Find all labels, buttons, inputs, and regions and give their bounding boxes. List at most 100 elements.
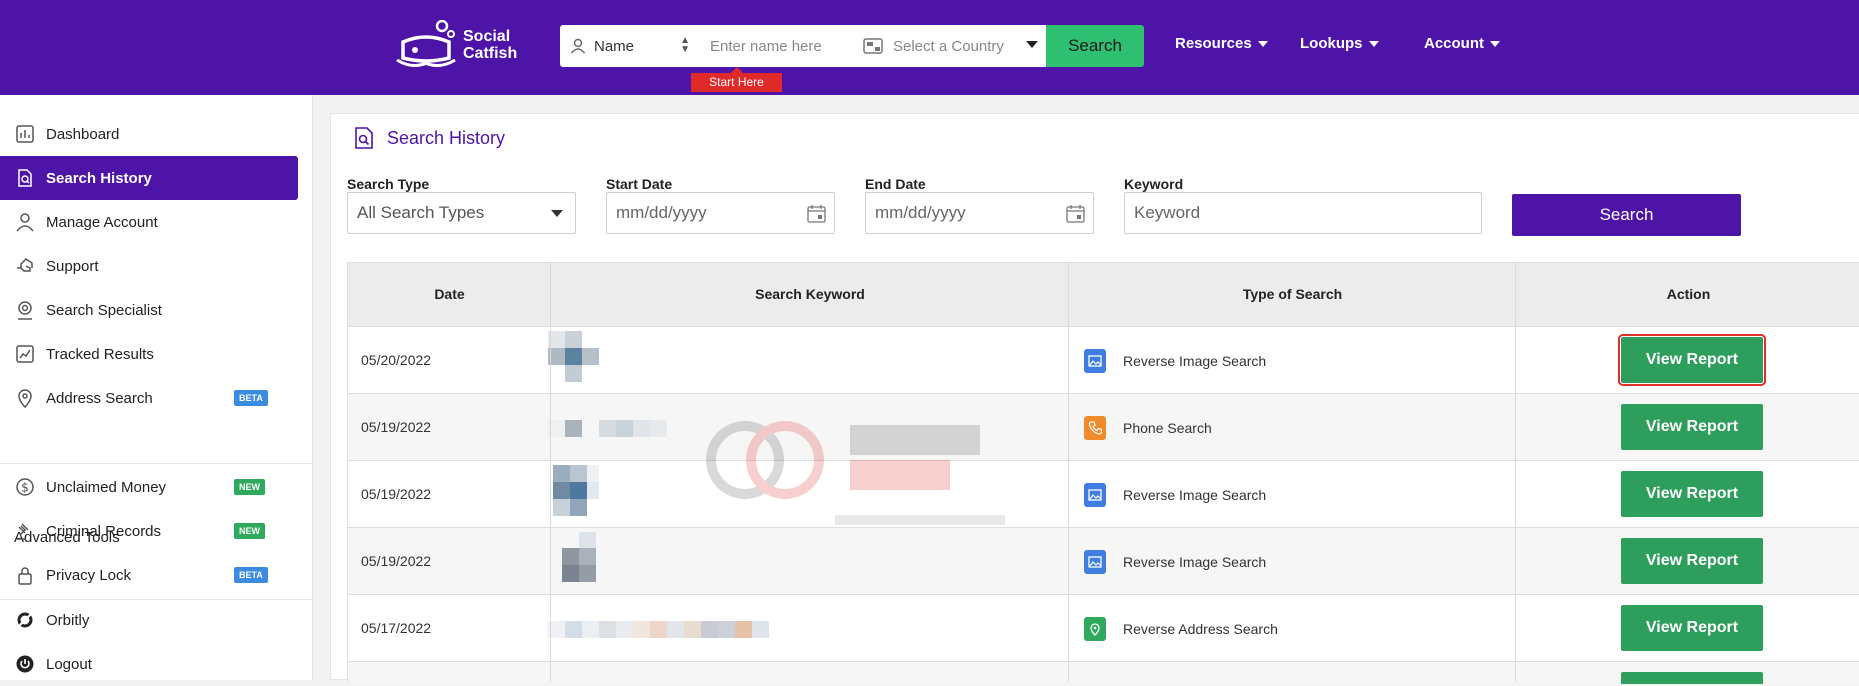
view-report-button[interactable]: View Report xyxy=(1621,538,1763,584)
sidebar-item-tracked-results[interactable]: Tracked Results xyxy=(0,332,298,376)
caret-down-icon xyxy=(1368,40,1379,47)
sidebar-item-unclaimed-money[interactable]: $ Unclaimed Money NEW xyxy=(0,465,298,509)
calendar-icon[interactable] xyxy=(1066,204,1085,223)
top-bar: Social Catfish Name ▲▼ Select a Country … xyxy=(0,0,1859,95)
filter-search-button[interactable]: Search xyxy=(1512,194,1741,236)
search-type-select[interactable]: Name ▲ ▼ xyxy=(560,25,700,67)
logo-text: Social Catfish xyxy=(463,28,517,62)
svg-text:$: $ xyxy=(21,481,29,495)
nav-lookups[interactable]: Lookups xyxy=(1300,35,1379,52)
row-type-label: Reverse Address Search xyxy=(1123,620,1278,637)
nav-resources[interactable]: Resources xyxy=(1175,35,1268,52)
row-type-label: Reverse Image Search xyxy=(1123,352,1267,369)
search-type-label: Search Type xyxy=(347,176,430,192)
new-badge: NEW xyxy=(234,479,265,495)
row-date: 05/19/2022 xyxy=(361,553,432,569)
sidebar-item-search-history[interactable]: Search History xyxy=(0,156,298,200)
chart-icon xyxy=(15,124,35,144)
beta-badge: BETA xyxy=(234,567,268,583)
view-report-button[interactable]: View Report xyxy=(1618,334,1766,386)
view-report-button[interactable] xyxy=(1621,672,1763,684)
column-divider xyxy=(550,262,551,682)
sidebar-item-support[interactable]: Support xyxy=(0,244,298,288)
row-search-type: Reverse Image Search xyxy=(1084,327,1266,394)
keyword-input[interactable] xyxy=(1134,203,1481,223)
sidebar-item-manage-account[interactable]: Manage Account xyxy=(0,200,298,244)
sidebar-item-criminal-records[interactable]: Criminal Records NEW xyxy=(0,509,298,553)
page-title: Search History xyxy=(353,126,505,150)
search-type-value: All Search Types xyxy=(357,203,485,222)
main-panel: Search History Search Type All Search Ty… xyxy=(330,113,1859,684)
table-row: 05/19/2022 Reverse Image Search View Rep… xyxy=(347,528,1859,595)
catfish-logo-icon xyxy=(396,20,456,67)
header-type-of-search: Type of Search xyxy=(1242,286,1343,302)
chevron-down-icon xyxy=(551,210,563,217)
end-date-input[interactable] xyxy=(875,203,1093,223)
nav-account[interactable]: Account xyxy=(1424,35,1500,52)
row-search-type: Reverse Image Search xyxy=(1084,461,1266,528)
sidebar-item-label: Dashboard xyxy=(46,125,120,143)
phone-icon xyxy=(1084,415,1106,440)
user-icon xyxy=(15,212,35,232)
row-search-type: Reverse Address Search xyxy=(1084,595,1278,662)
top-search-button[interactable]: Search xyxy=(1046,25,1144,67)
row-date: 05/19/2022 xyxy=(361,419,432,435)
sidebar: Dashboard Search History Manage Account … xyxy=(0,95,313,680)
row-type-label: Reverse Image Search xyxy=(1123,553,1267,570)
social-catfish-logo[interactable]: Social Catfish xyxy=(393,20,517,70)
tracked-icon xyxy=(15,344,35,364)
sidebar-item-orbitly[interactable]: Orbitly xyxy=(0,598,298,642)
header-search-keyword: Search Keyword xyxy=(755,286,865,302)
table-row: 05/19/2022 Reverse Image Search View Rep… xyxy=(347,461,1859,528)
row-type-label: Reverse Image Search xyxy=(1123,486,1267,503)
name-input[interactable] xyxy=(700,25,855,67)
gavel-icon xyxy=(15,521,35,541)
keyword-field[interactable] xyxy=(1124,192,1482,234)
sidebar-item-dashboard[interactable]: Dashboard xyxy=(0,112,298,156)
beta-badge: BETA xyxy=(234,390,268,406)
sidebar-item-address-search[interactable]: Address Search BETA xyxy=(0,376,298,420)
sidebar-item-label: Support xyxy=(46,257,99,275)
new-badge: NEW xyxy=(234,523,265,539)
sidebar-item-logout[interactable]: Logout xyxy=(0,642,298,686)
sidebar-item-search-specialist[interactable]: Search Specialist xyxy=(0,288,298,332)
table-header: Date Search Keyword Type of Search Actio… xyxy=(347,262,1859,327)
header-date: Date xyxy=(434,286,465,302)
row-date: 05/17/2022 xyxy=(361,620,432,636)
divider xyxy=(0,463,313,464)
table-row: 05/17/2022 Reverse Address Search View R… xyxy=(347,595,1859,662)
caret-down-icon xyxy=(1490,40,1500,47)
view-report-button[interactable]: View Report xyxy=(1621,471,1763,517)
sidebar-item-label: Search History xyxy=(46,169,152,187)
sidebar-item-privacy-lock[interactable]: Privacy Lock BETA xyxy=(0,553,298,597)
nav-account-label: Account xyxy=(1424,35,1484,52)
country-select[interactable]: Select a Country xyxy=(855,25,1046,67)
header-action: Action xyxy=(1666,286,1711,302)
location-icon xyxy=(1084,616,1106,641)
country-flag-icon xyxy=(863,38,883,54)
power-icon xyxy=(15,654,35,674)
sidebar-item-label: Logout xyxy=(46,655,92,673)
start-date-input[interactable] xyxy=(616,203,834,223)
view-report-button[interactable]: View Report xyxy=(1621,404,1763,450)
start-date-field[interactable] xyxy=(606,192,835,234)
row-date: 05/20/2022 xyxy=(361,352,432,368)
calendar-icon[interactable] xyxy=(807,204,826,223)
image-icon xyxy=(1084,348,1106,373)
view-report-button[interactable]: View Report xyxy=(1621,605,1763,651)
nav-lookups-label: Lookups xyxy=(1300,35,1363,52)
sidebar-item-label: Unclaimed Money xyxy=(46,478,167,496)
search-history-icon xyxy=(355,127,373,149)
sidebar-item-label: Criminal Records xyxy=(46,522,162,540)
table-row xyxy=(347,662,1859,684)
row-date: 05/19/2022 xyxy=(361,486,432,502)
person-icon xyxy=(570,38,586,54)
column-divider xyxy=(1068,262,1069,682)
sidebar-item-label: Orbitly xyxy=(46,611,90,629)
sort-updown-icon: ▲ ▼ xyxy=(680,35,690,55)
end-date-field[interactable] xyxy=(865,192,1094,234)
search-type-dropdown[interactable]: All Search Types xyxy=(347,192,576,234)
country-placeholder: Select a Country xyxy=(893,37,1004,55)
top-search-box: Name ▲▼ Select a Country xyxy=(560,25,1046,67)
image-icon xyxy=(1084,549,1106,574)
